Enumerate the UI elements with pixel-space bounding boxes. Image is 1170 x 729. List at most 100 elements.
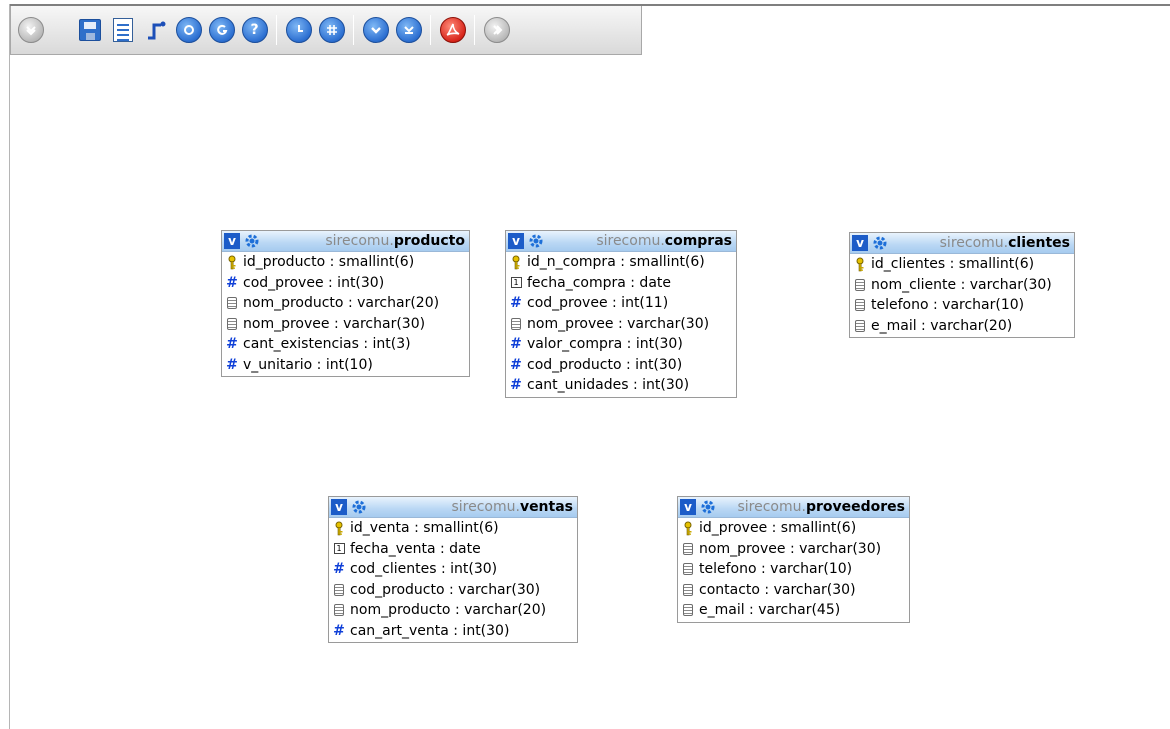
help-button[interactable]: ? — [241, 17, 268, 44]
column-label: e_mail : varchar(20) — [871, 317, 1013, 334]
toggle-columns-button[interactable]: v — [331, 499, 347, 515]
column-row[interactable]: # cod_clientes : int(30) — [329, 559, 577, 580]
export-page-button[interactable] — [109, 17, 136, 44]
hide-all-icon — [395, 17, 422, 43]
column-label: fecha_venta : date — [350, 540, 481, 557]
reload-button[interactable] — [175, 17, 202, 44]
table-producto[interactable]: v sirecomu.producto id_producto : smalli… — [221, 230, 470, 377]
table-ventas[interactable]: v sirecomu.ventas id_venta : smallint(6)… — [328, 496, 578, 643]
column-row[interactable]: telefono : varchar(10) — [678, 559, 909, 580]
column-row[interactable]: id_producto : smallint(6) — [222, 252, 469, 273]
hash-icon: # — [333, 561, 345, 578]
column-row[interactable]: nom_provee : varchar(30) — [222, 314, 469, 335]
table-name: proveedores — [805, 499, 905, 515]
column-row[interactable]: contacto : varchar(30) — [678, 580, 909, 601]
toggle-columns-button[interactable]: v — [508, 233, 524, 249]
gear-icon[interactable] — [350, 498, 368, 516]
chevron-right-icon — [483, 17, 510, 43]
toggle-columns-button[interactable]: v — [852, 235, 868, 251]
column-row[interactable]: 1 fecha_compra : date — [506, 273, 736, 294]
column-row[interactable]: e_mail : varchar(20) — [850, 316, 1074, 337]
column-row[interactable]: id_provee : smallint(6) — [678, 518, 909, 539]
relation-icon — [147, 21, 165, 40]
toggle-columns-button[interactable]: v — [224, 233, 240, 249]
save-position-button[interactable] — [76, 17, 103, 44]
column-label: id_n_compra : smallint(6) — [527, 254, 705, 271]
column-row[interactable]: # cod_provee : int(30) — [222, 273, 469, 294]
table-name: clientes — [1008, 235, 1070, 251]
text-icon — [331, 583, 347, 596]
column-row[interactable]: nom_producto : varchar(20) — [329, 600, 577, 621]
table-header[interactable]: v sirecomu.clientes — [850, 233, 1074, 254]
text-icon — [852, 278, 868, 291]
table-compras[interactable]: v sirecomu.compras id_n_compra : smallin… — [505, 230, 737, 398]
table-title: sirecomu.clientes — [889, 235, 1070, 251]
column-row[interactable]: nom_provee : varchar(30) — [678, 539, 909, 560]
chevron-down-icon — [17, 17, 44, 43]
toggle-icon — [285, 17, 312, 43]
hash-icon: # — [333, 622, 345, 639]
column-row[interactable]: id_venta : smallint(6) — [329, 518, 577, 539]
snap-to-grid-button[interactable] — [318, 17, 345, 44]
column-row[interactable]: nom_cliente : varchar(30) — [850, 275, 1074, 296]
table-clientes[interactable]: v sirecomu.clientes id_clientes : smalli… — [849, 232, 1075, 338]
relation-button[interactable] — [142, 17, 169, 44]
hash-icon: # — [510, 377, 522, 394]
column-row[interactable]: 1 fecha_venta : date — [329, 539, 577, 560]
show-all-button[interactable] — [362, 17, 389, 44]
text-icon — [224, 297, 240, 310]
column-row[interactable]: id_n_compra : smallint(6) — [506, 252, 736, 273]
column-row[interactable]: nom_provee : varchar(30) — [506, 314, 736, 335]
text-icon — [852, 319, 868, 332]
export-pdf-button[interactable] — [439, 17, 466, 44]
column-row[interactable]: id_clientes : smallint(6) — [850, 254, 1074, 275]
hide-all-button[interactable] — [395, 17, 422, 44]
gear-icon[interactable] — [699, 498, 717, 516]
toggle-columns-button[interactable]: v — [680, 499, 696, 515]
column-row[interactable]: nom_producto : varchar(20) — [222, 293, 469, 314]
column-row[interactable]: # cod_provee : int(11) — [506, 293, 736, 314]
column-label: id_venta : smallint(6) — [350, 520, 499, 537]
table-header[interactable]: v sirecomu.compras — [506, 231, 736, 252]
column-row[interactable]: # cant_unidades : int(30) — [506, 375, 736, 396]
column-label: nom_producto : varchar(20) — [350, 602, 547, 619]
table-name: compras — [664, 233, 732, 249]
designer-canvas[interactable]: ? v sirecomu.producto id_producto: smal… — [0, 0, 1170, 729]
text-icon — [331, 604, 347, 617]
column-row[interactable]: telefono : varchar(10) — [850, 295, 1074, 316]
text-icon — [224, 317, 240, 330]
gear-icon[interactable] — [243, 232, 261, 250]
key-icon — [331, 521, 347, 536]
gear-icon[interactable] — [527, 232, 545, 250]
table-header[interactable]: v sirecomu.ventas — [329, 497, 577, 518]
column-label: telefono : varchar(10) — [871, 297, 1025, 314]
schema-name: sirecomu. — [325, 233, 394, 249]
column-row[interactable]: e_mail : varchar(45) — [678, 600, 909, 621]
table-header[interactable]: v sirecomu.proveedores — [678, 497, 909, 518]
column-row[interactable]: cod_producto : varchar(30) — [329, 580, 577, 601]
hash-icon: # — [226, 356, 238, 373]
toggle-small-big-button[interactable] — [285, 17, 312, 44]
document-icon — [112, 18, 133, 42]
column-label: can_art_venta : int(30) — [350, 622, 510, 639]
column-label: nom_provee : varchar(30) — [527, 315, 710, 332]
table-header[interactable]: v sirecomu.producto — [222, 231, 469, 252]
angular-links-button[interactable] — [208, 17, 235, 44]
column-row[interactable]: # valor_compra : int(30) — [506, 334, 736, 355]
toggle-menu-button[interactable] — [17, 17, 44, 44]
gear-icon[interactable] — [871, 234, 889, 252]
text-icon — [508, 317, 524, 330]
table-proveedores[interactable]: v sirecomu.proveedores id_provee : small… — [677, 496, 910, 623]
save-icon — [78, 19, 101, 41]
collapse-button[interactable] — [483, 17, 510, 44]
show-all-icon — [362, 17, 389, 43]
table-title: sirecomu.proveedores — [717, 499, 905, 515]
column-row[interactable]: # cod_producto : int(30) — [506, 355, 736, 376]
column-label: cant_unidades : int(30) — [527, 377, 690, 394]
column-label: fecha_compra : date — [527, 274, 671, 291]
key-icon — [508, 255, 524, 270]
column-row[interactable]: # can_art_venta : int(30) — [329, 621, 577, 642]
column-row[interactable]: # cant_existencias : int(3) — [222, 334, 469, 355]
column-row[interactable]: # v_unitario : int(10) — [222, 355, 469, 376]
hash-icon: # — [226, 274, 238, 291]
